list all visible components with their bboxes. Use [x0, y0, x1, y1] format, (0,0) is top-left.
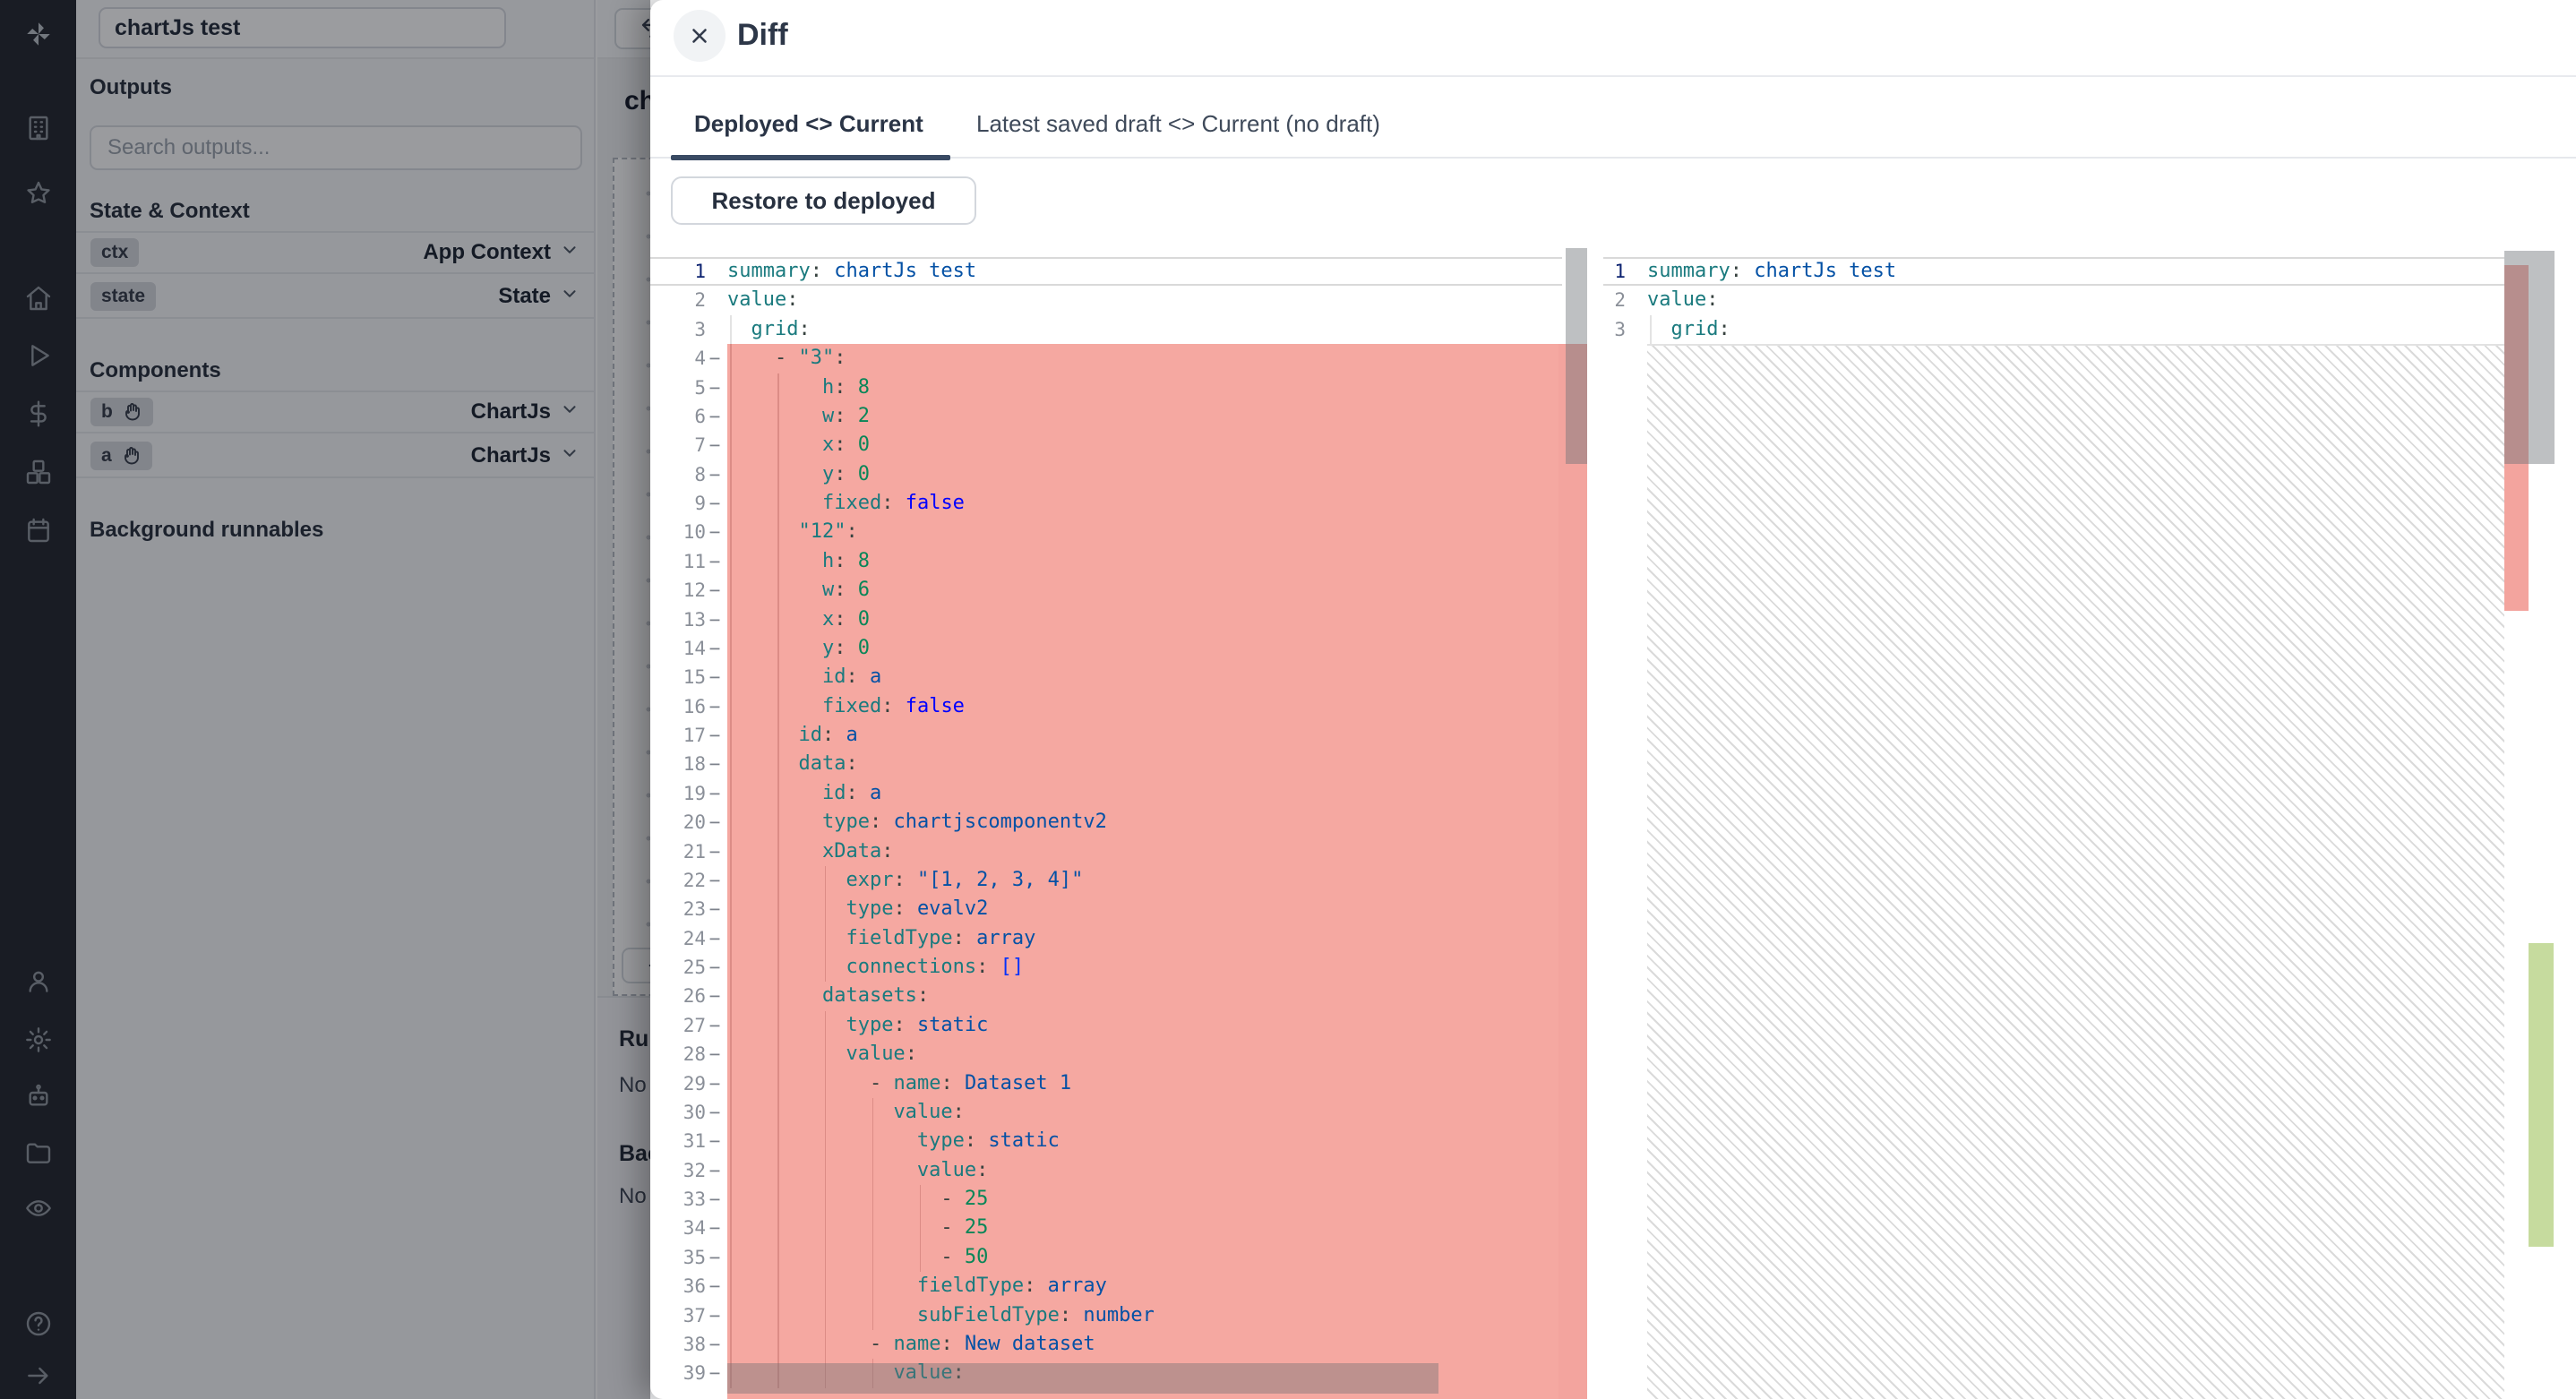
code-line: 23− type: evalv2	[650, 895, 1562, 923]
overview-removed-marker-left	[1558, 344, 1587, 1399]
drawer-title: Diff	[737, 18, 788, 53]
code-line: 9− fixed: false	[650, 489, 1562, 518]
code-line: 27− type: static	[650, 1011, 1562, 1040]
code-line: 5− h: 8	[650, 373, 1562, 402]
code-line: 3 grid:	[650, 315, 1562, 344]
vertical-scrollbar-left[interactable]	[1566, 248, 1587, 464]
code-line: 17− id: a	[650, 721, 1562, 750]
code-line: 38− - name: New dataset	[650, 1330, 1562, 1359]
close-button[interactable]	[674, 10, 726, 62]
code-line: 19− id: a	[650, 779, 1562, 808]
diff-drawer: Diff Deployed <> Current Latest saved dr…	[650, 0, 2576, 1399]
code-line: 7− x: 0	[650, 431, 1562, 459]
code-line: 15− id: a	[650, 663, 1562, 691]
code-line: 28− value:	[650, 1040, 1562, 1069]
tab-draft-current[interactable]: Latest saved draft <> Current (no draft)	[976, 90, 1380, 159]
restore-to-deployed-button[interactable]: Restore to deployed	[671, 176, 976, 225]
code-line: 2value:	[650, 286, 1562, 314]
code-line: 10− "12":	[650, 518, 1562, 546]
horizontal-scrollbar-left[interactable]	[727, 1363, 1438, 1394]
diff-tabs: Deployed <> Current Latest saved draft <…	[650, 90, 2576, 159]
code-line: 12− w: 6	[650, 576, 1562, 605]
code-line: 20− type: chartjscomponentv2	[650, 808, 1562, 837]
code-line: 2value:	[1603, 286, 2504, 314]
close-icon	[688, 24, 711, 47]
code-line: 13− x: 0	[650, 605, 1562, 634]
removed-region-hatch	[1647, 344, 2504, 1399]
code-line: 36− fieldType: array	[650, 1272, 1562, 1300]
code-line: 30− value:	[650, 1098, 1562, 1127]
code-line: 6− w: 2	[650, 402, 1562, 431]
code-line: 22− expr: "[1, 2, 3, 4]"	[650, 866, 1562, 895]
active-tab-underline	[671, 155, 950, 160]
diff-editor-current[interactable]: 1summary: chartJs test2value:3 grid:	[1603, 257, 2504, 344]
code-line: 29− - name: Dataset 1	[650, 1069, 1562, 1098]
code-line: 24− fieldType: array	[650, 924, 1562, 953]
header-divider	[650, 75, 2576, 77]
code-line: 32− value:	[650, 1156, 1562, 1185]
code-line: 4− - "3":	[650, 344, 1562, 373]
app-root: Outputs State & Context ctx App Context …	[0, 0, 2576, 1399]
code-line: 1summary: chartJs test	[650, 257, 1562, 286]
code-line: 21− xData:	[650, 837, 1562, 866]
code-line: 16− fixed: false	[650, 692, 1562, 721]
code-line: 26− datasets:	[650, 982, 1562, 1010]
code-line: 3 grid:	[1603, 315, 2504, 344]
code-line: 8− y: 0	[650, 460, 1562, 489]
code-line: 34− - 25	[650, 1214, 1562, 1242]
overview-added-marker-right	[2529, 943, 2554, 1247]
code-line: 37− subFieldType: number	[650, 1301, 1562, 1330]
code-line: 33− - 25	[650, 1185, 1562, 1214]
code-line: 1summary: chartJs test	[1603, 257, 2504, 286]
code-line: 35− - 50	[650, 1243, 1562, 1272]
tab-deployed-current[interactable]: Deployed <> Current	[694, 90, 923, 159]
diff-editor-deployed[interactable]: 1summary: chartJs test2value:3 grid:4− -…	[650, 257, 1562, 1388]
modal-backdrop[interactable]	[0, 0, 650, 1399]
code-line: 14− y: 0	[650, 634, 1562, 663]
vertical-scrollbar-right[interactable]	[2504, 251, 2555, 464]
code-line: 18− data:	[650, 750, 1562, 778]
code-line: 31− type: static	[650, 1127, 1562, 1155]
code-line: 25− connections: []	[650, 953, 1562, 982]
code-line: 11− h: 8	[650, 547, 1562, 576]
